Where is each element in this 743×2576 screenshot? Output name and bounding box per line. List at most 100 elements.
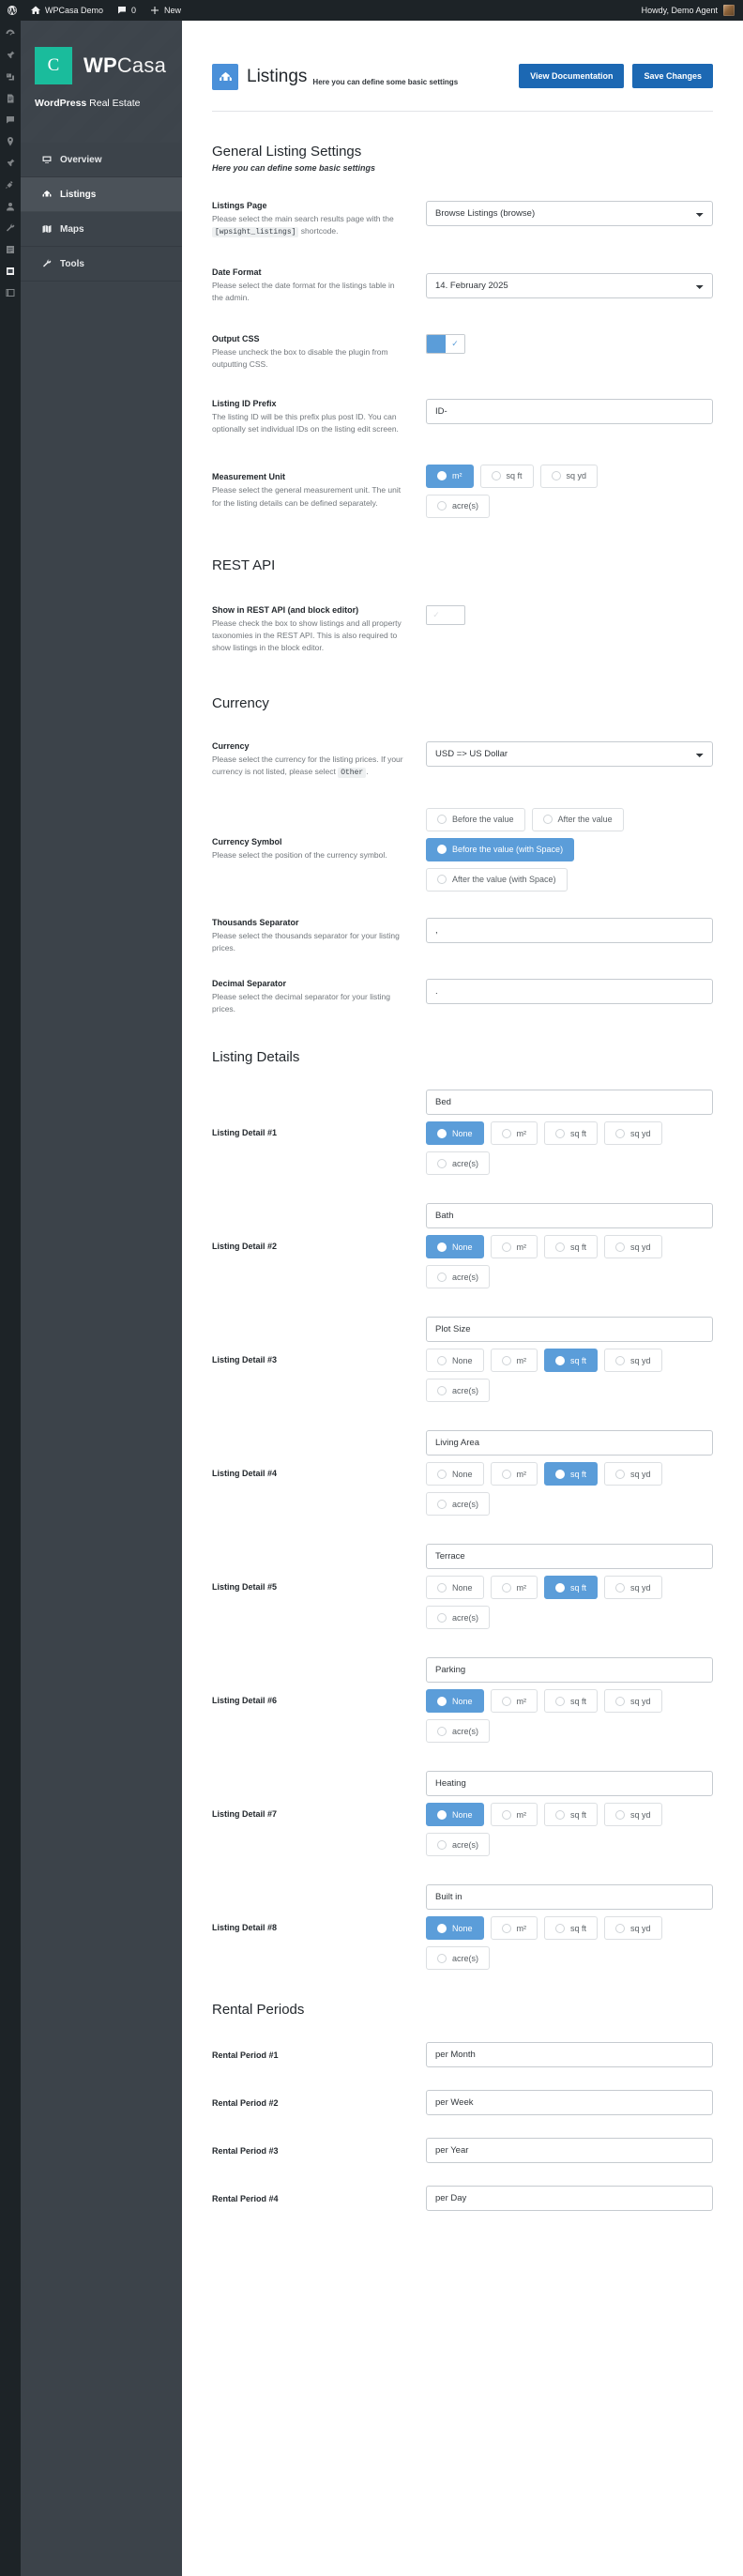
listing-detail-unit-option[interactable]: sq yd xyxy=(604,1121,662,1146)
pin-icon[interactable] xyxy=(5,50,16,61)
admin-bar-account[interactable]: Howdy, Demo Agent xyxy=(642,5,743,16)
listing-detail-unit-option[interactable]: sq yd xyxy=(604,1803,662,1827)
listing-detail-unit-option[interactable]: sq ft xyxy=(544,1576,599,1600)
new-content-menu[interactable]: New xyxy=(143,0,188,21)
listing-detail-unit-option[interactable]: sq ft xyxy=(544,1235,599,1259)
listing-detail-unit-option[interactable]: None xyxy=(426,1576,484,1600)
listing-id-prefix-input[interactable] xyxy=(426,399,713,425)
listing-detail-unit-option[interactable]: None xyxy=(426,1916,484,1941)
listing-detail-label-input[interactable] xyxy=(426,1430,713,1456)
sidebar-item-maps[interactable]: Maps xyxy=(21,212,182,247)
listing-detail-unit-option[interactable]: m² xyxy=(490,1803,538,1827)
listing-detail-unit-option[interactable]: None xyxy=(426,1462,484,1486)
plugins-plug-icon[interactable] xyxy=(5,179,16,191)
sidebar-item-overview[interactable]: Overview xyxy=(21,143,182,177)
measurement-unit-option[interactable]: m² xyxy=(426,464,474,488)
listing-detail-unit-option[interactable]: sq yd xyxy=(604,1689,662,1714)
listing-detail-unit-option[interactable]: acre(s) xyxy=(426,1833,491,1857)
listing-detail-unit-option[interactable]: acre(s) xyxy=(426,1265,491,1289)
listing-detail-unit-option[interactable]: m² xyxy=(490,1349,538,1373)
listing-detail-unit-option[interactable]: None xyxy=(426,1235,484,1259)
listing-detail-unit-option[interactable]: sq yd xyxy=(604,1349,662,1373)
listing-detail-unit-option[interactable]: sq yd xyxy=(604,1235,662,1259)
show-in-rest-api-checkbox[interactable]: ✓ xyxy=(426,604,465,625)
date-format-select[interactable]: 14. February 2025 xyxy=(426,272,713,298)
currency-symbol-option[interactable]: After the value xyxy=(531,807,624,831)
currency-symbol-option[interactable]: After the value (with Space) xyxy=(426,867,568,892)
listing-detail-unit-option[interactable]: m² xyxy=(490,1689,538,1714)
site-name-menu[interactable]: WPCasa Demo xyxy=(23,0,110,21)
listing-detail-unit-option[interactable]: sq yd xyxy=(604,1576,662,1600)
listing-detail-label-input[interactable] xyxy=(426,1657,713,1684)
field-currency: Currency Please select the currency for … xyxy=(182,741,743,780)
listing-detail-unit-option[interactable]: m² xyxy=(490,1462,538,1486)
rental-period-input[interactable] xyxy=(426,2138,713,2164)
measurement-unit-option[interactable]: sq yd xyxy=(539,464,599,488)
listing-detail-unit-option[interactable]: m² xyxy=(490,1235,538,1259)
listing-detail-unit-option[interactable]: acre(s) xyxy=(426,1606,491,1630)
thousands-separator-input[interactable] xyxy=(426,917,713,943)
listing-detail-unit-option[interactable]: sq ft xyxy=(544,1689,599,1714)
listing-detail-label-input[interactable] xyxy=(426,1090,713,1116)
location-pin-icon[interactable] xyxy=(5,136,16,147)
option-label: None xyxy=(452,1923,473,1933)
listing-detail-unit-option[interactable]: m² xyxy=(490,1916,538,1941)
listing-detail-label-input[interactable] xyxy=(426,1203,713,1229)
listing-detail-unit-option[interactable]: acre(s) xyxy=(426,1719,491,1744)
save-changes-button[interactable]: Save Changes xyxy=(632,64,713,88)
listing-detail-label-input[interactable] xyxy=(426,1544,713,1570)
comments-menu[interactable]: 0 xyxy=(110,0,143,21)
listing-detail-unit-option[interactable]: m² xyxy=(490,1576,538,1600)
currency-symbol-option[interactable]: Before the value (with Space) xyxy=(426,837,575,861)
listing-detail-unit-option[interactable]: acre(s) xyxy=(426,1379,491,1403)
listing-detail-label-input[interactable] xyxy=(426,1771,713,1797)
settings-sliders-icon[interactable] xyxy=(5,244,16,255)
listing-detail-unit-option[interactable]: sq ft xyxy=(544,1462,599,1486)
listing-detail-unit-option[interactable]: None xyxy=(426,1349,484,1373)
rental-period-input[interactable] xyxy=(426,2186,713,2212)
listing-detail-unit-option[interactable]: sq ft xyxy=(544,1349,599,1373)
tools-wrench-icon[interactable] xyxy=(5,222,16,234)
field-hint: The listing ID will be this prefix plus … xyxy=(212,412,399,434)
currency-symbol-option[interactable]: Before the value xyxy=(426,807,525,831)
option-label: sq yd xyxy=(630,1923,651,1933)
sidebar-item-tools[interactable]: Tools xyxy=(21,247,182,282)
collapse-menu-icon[interactable] xyxy=(5,287,16,298)
listing-detail-unit-option[interactable]: acre(s) xyxy=(426,1151,491,1176)
listing-detail-unit-option[interactable]: sq yd xyxy=(604,1462,662,1486)
measurement-unit-option[interactable]: sq ft xyxy=(479,464,534,488)
media-icon[interactable] xyxy=(5,71,16,83)
pages-icon[interactable] xyxy=(5,93,16,104)
listing-detail-unit-option[interactable]: None xyxy=(426,1689,484,1714)
currency-select[interactable]: USD => US Dollar xyxy=(426,741,713,768)
dashboard-icon[interactable] xyxy=(5,28,16,39)
listing-detail-unit-option[interactable]: None xyxy=(426,1803,484,1827)
option-label: sq ft xyxy=(570,1242,587,1252)
listing-detail-label-input[interactable] xyxy=(426,1884,713,1911)
listing-detail-unit-option[interactable]: sq ft xyxy=(544,1121,599,1146)
listing-detail-label-input[interactable] xyxy=(426,1317,713,1343)
radio-dot xyxy=(501,1128,511,1138)
comments-icon[interactable] xyxy=(5,114,16,126)
listing-detail-unit-option[interactable]: None xyxy=(426,1121,484,1146)
sidebar-item-listings[interactable]: Listings xyxy=(21,177,182,212)
listing-detail-unit-option[interactable]: sq ft xyxy=(544,1803,599,1827)
appearance-brush-icon[interactable] xyxy=(5,158,16,169)
rental-period-input[interactable] xyxy=(426,2042,713,2068)
listings-page-select[interactable]: Browse Listings (browse) xyxy=(426,201,713,226)
wordpress-logo-icon[interactable] xyxy=(0,0,23,21)
output-css-checkbox[interactable]: ✓ xyxy=(426,333,465,354)
brand-tagline: WordPress Real Estate xyxy=(21,84,182,109)
listing-detail-unit-option[interactable]: sq yd xyxy=(604,1916,662,1941)
listing-detail-unit-option[interactable]: m² xyxy=(490,1121,538,1146)
measurement-unit-option[interactable]: acre(s) xyxy=(426,494,491,518)
listing-detail-unit-option[interactable]: sq ft xyxy=(544,1916,599,1941)
listing-detail-unit-option[interactable]: acre(s) xyxy=(426,1946,491,1971)
decimal-separator-input[interactable] xyxy=(426,979,713,1005)
users-icon[interactable] xyxy=(5,201,16,212)
field-control xyxy=(426,399,713,425)
listing-detail-unit-option[interactable]: acre(s) xyxy=(426,1492,491,1517)
view-documentation-button[interactable]: View Documentation xyxy=(519,64,625,88)
rental-period-input[interactable] xyxy=(426,2090,713,2116)
wpcasa-menu-icon[interactable] xyxy=(5,266,16,277)
